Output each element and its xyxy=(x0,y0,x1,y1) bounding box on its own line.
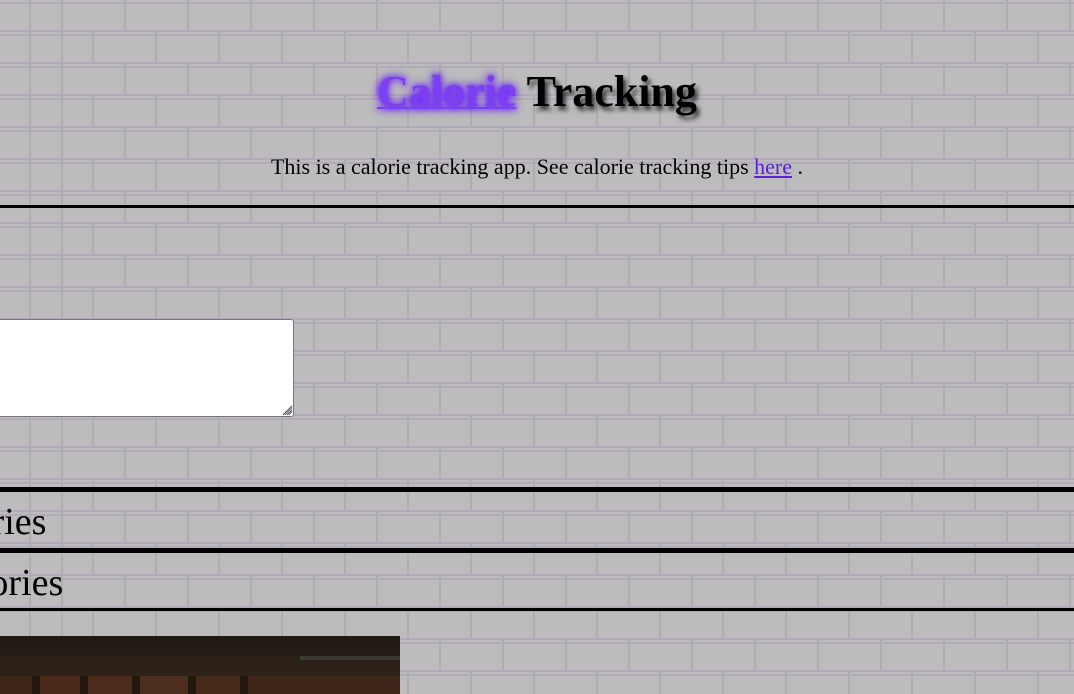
tips-link[interactable]: here xyxy=(754,154,792,179)
notes-textarea[interactable] xyxy=(0,319,294,417)
food-photo xyxy=(0,636,400,694)
divider-top xyxy=(0,205,1074,208)
intro-text: This is a calorie tracking app. See calo… xyxy=(270,154,749,179)
photo-shelf xyxy=(0,676,400,694)
divider-section-1 xyxy=(0,487,1074,492)
title-calorie-link[interactable]: Calorie xyxy=(377,67,516,116)
section-heading-calories-1: lories xyxy=(0,501,47,543)
intro-paragraph: This is a calorie tracking app. See calo… xyxy=(0,153,1074,181)
divider-bottom xyxy=(0,608,1074,611)
page-title: Calorie Tracking xyxy=(0,62,1074,122)
intro-period: . xyxy=(797,154,804,179)
divider-section-2 xyxy=(0,548,1074,553)
title-word: Tracking xyxy=(526,67,697,116)
section-heading-calories-2: alories xyxy=(0,562,64,604)
photo-detail xyxy=(300,656,400,660)
